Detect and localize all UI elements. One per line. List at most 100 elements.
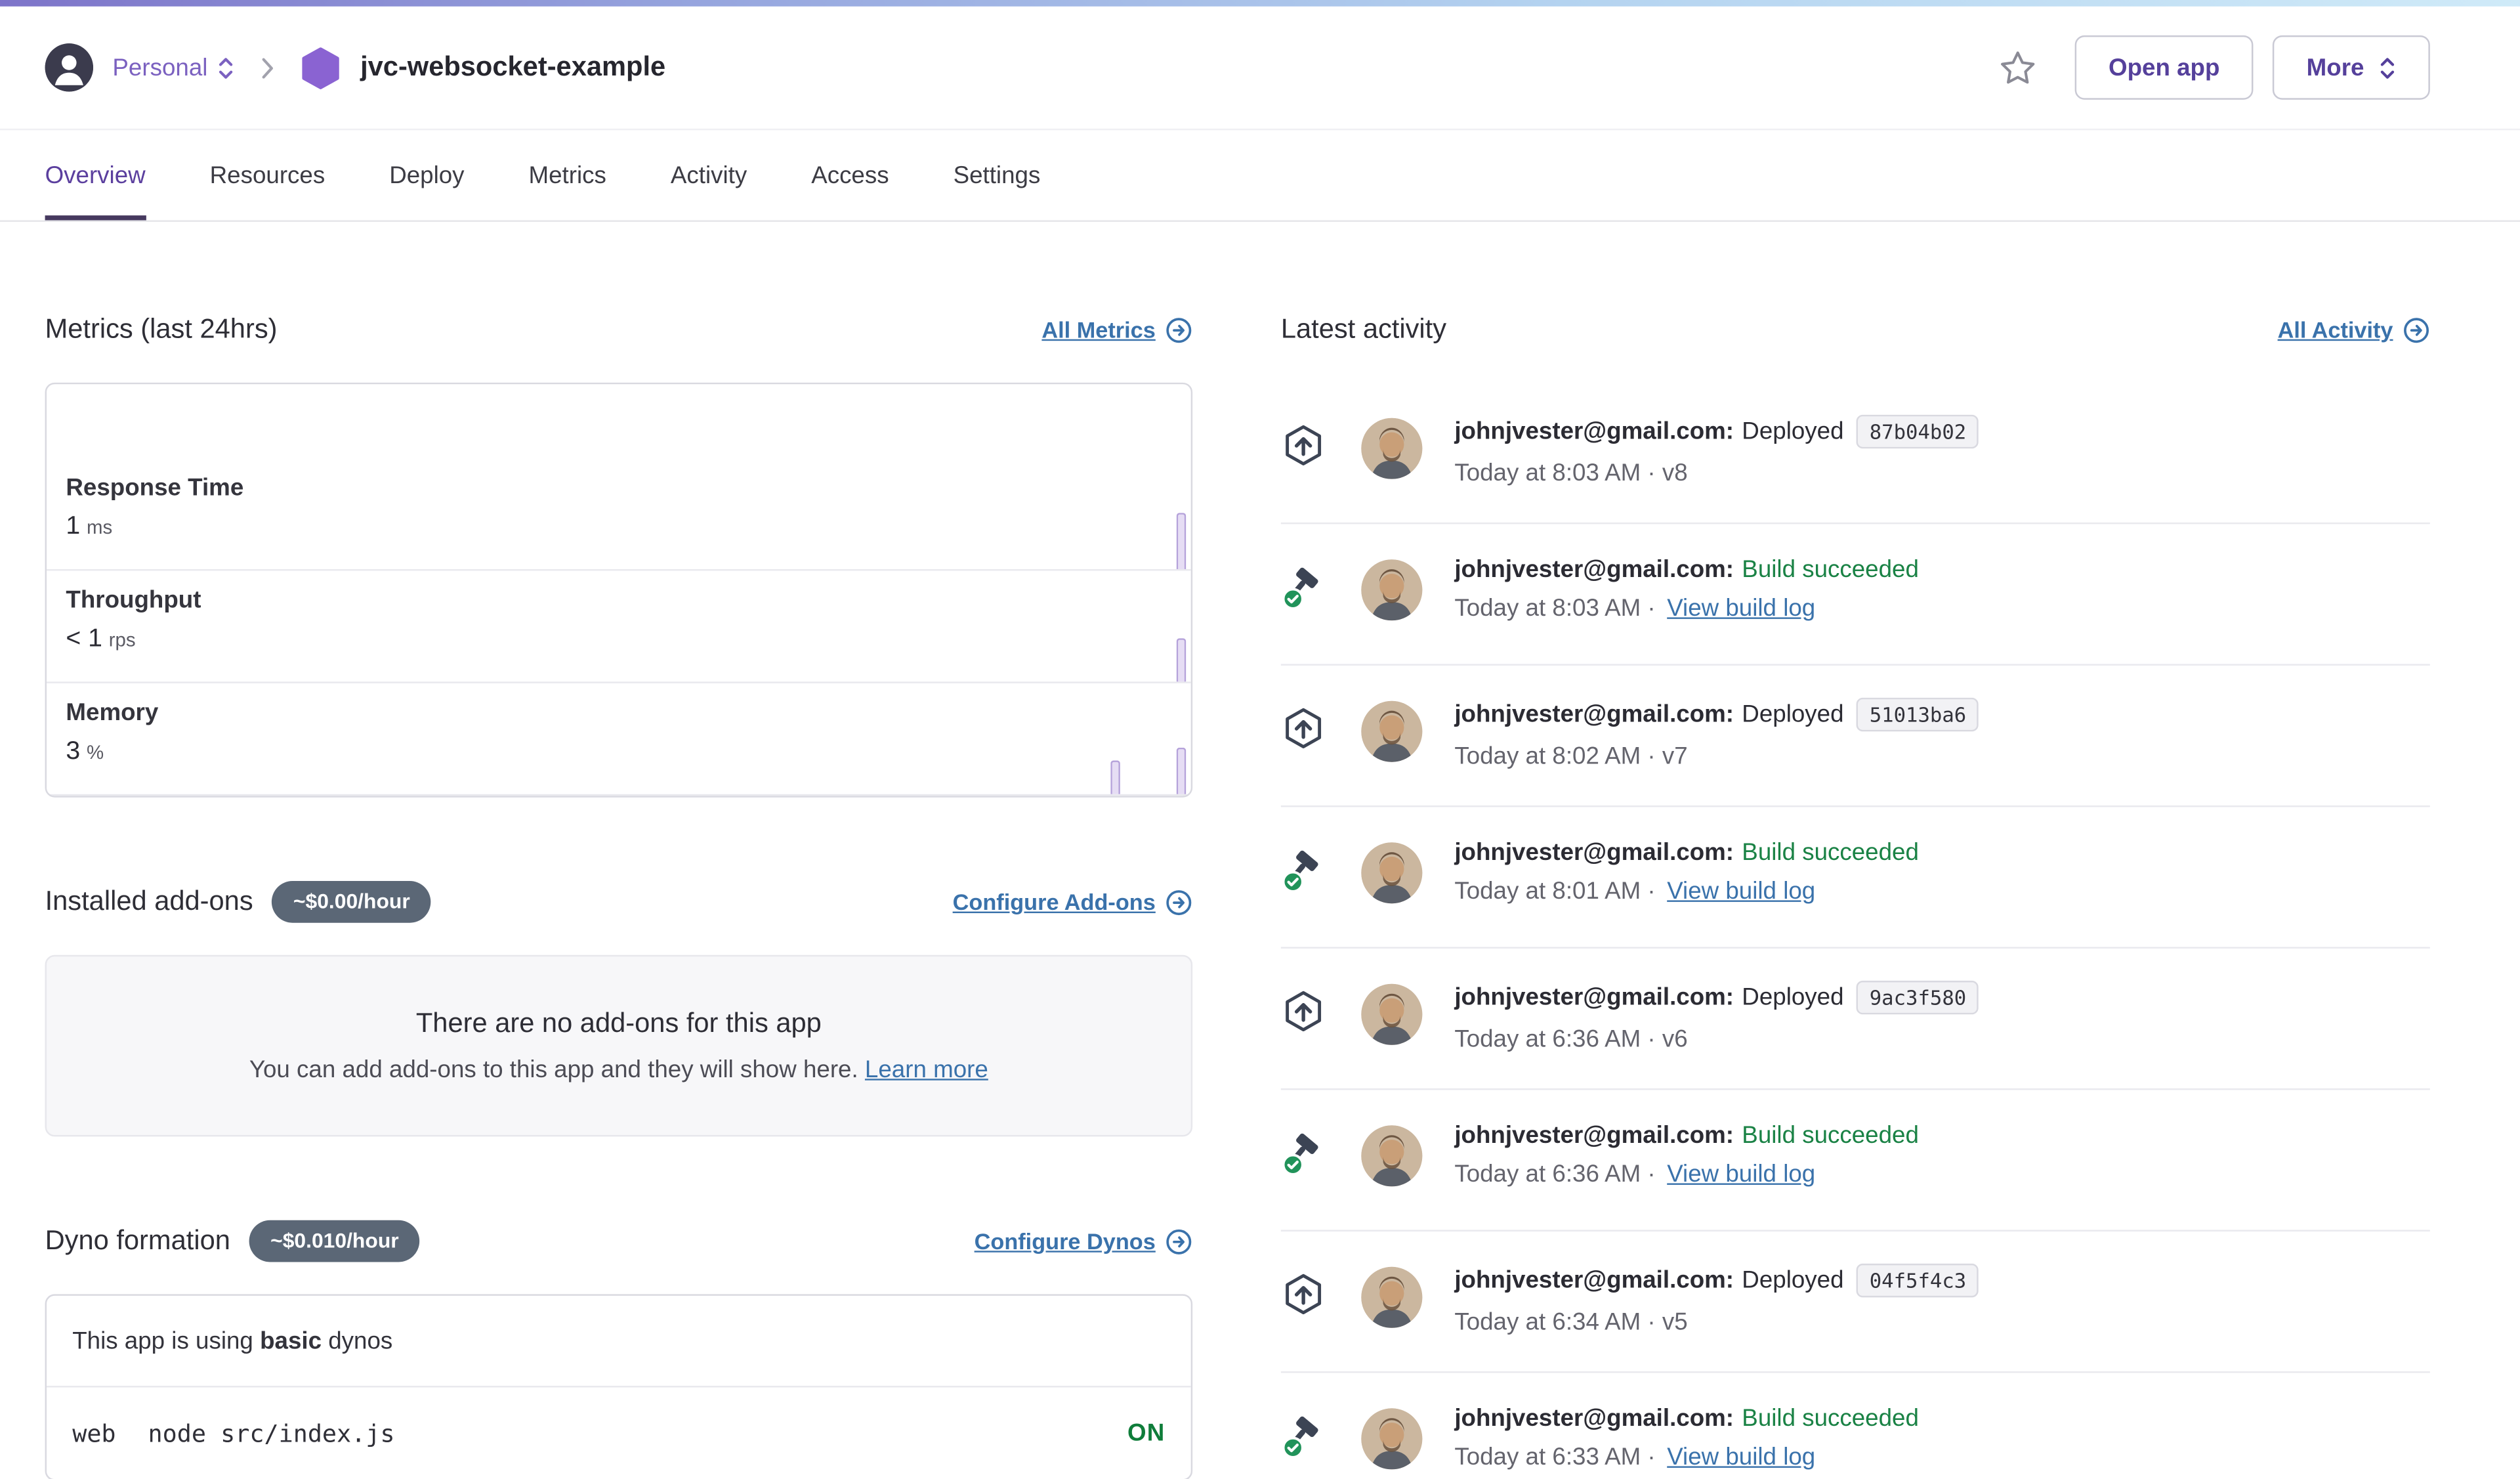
view-build-log-link[interactable]: View build log [1667, 1444, 1815, 1471]
activity-user: johnjvester@gmail.com: [1454, 418, 1734, 446]
account-label: Personal [112, 54, 208, 81]
metric-label: Response Time [66, 474, 244, 502]
build-hammer-icon [1281, 847, 1326, 893]
activity-item: johnjvester@gmail.com: Deployed 87b04b02… [1280, 383, 2430, 525]
activity-action: Deployed [1742, 1266, 1844, 1295]
avatar [1361, 1266, 1423, 1328]
app-hexagon-icon [301, 46, 341, 89]
header-actions: Open app More [1999, 35, 2430, 100]
deploy-icon [1281, 989, 1326, 1034]
build-hammer-icon [1281, 1413, 1326, 1459]
tab[interactable]: Activity [671, 130, 747, 220]
activity-action: Build succeeded [1742, 839, 1919, 867]
all-activity-link[interactable]: All Activity [2278, 316, 2430, 343]
dyno-using-suffix: dynos [322, 1327, 393, 1355]
activity-list: johnjvester@gmail.com: Deployed 87b04b02… [1280, 383, 2430, 1479]
activity-action: Deployed [1742, 700, 1844, 729]
configure-addons-link[interactable]: Configure Add-ons [953, 888, 1193, 916]
activity-user: johnjvester@gmail.com: [1454, 1405, 1734, 1433]
activity-item: johnjvester@gmail.com: Build succeeded T… [1280, 524, 2430, 666]
deploy-icon [1281, 1272, 1326, 1317]
activity-text: johnjvester@gmail.com: Deployed 04f5f4c3… [1454, 1263, 2430, 1336]
favorite-star-icon[interactable] [1999, 49, 2036, 86]
addons-empty-text-body: You can add add-ons to this app and they… [249, 1056, 865, 1084]
configure-dynos-link[interactable]: Configure Dynos [975, 1228, 1193, 1255]
deploy-icon [1281, 423, 1326, 468]
avatar [1361, 700, 1423, 762]
dynos-cost-badge: ~$0.010/hour [249, 1220, 420, 1262]
activity-item: johnjvester@gmail.com: Build succeeded T… [1281, 1373, 2430, 1479]
dynos-section-header: Dyno formation ~$0.010/hour Configure Dy… [45, 1220, 1193, 1262]
dyno-process-row: web node src/index.js ON [47, 1387, 1191, 1479]
view-build-log-link[interactable]: View build log [1667, 878, 1815, 905]
metric-row: Response Time 1 ms [47, 458, 1191, 571]
addons-cost-badge: ~$0.00/hour [272, 881, 431, 923]
heroku-app-overview-page: Personal jvc-websocket-example Open app … [0, 0, 2520, 1479]
tab[interactable]: Overview [45, 130, 146, 221]
breadcrumb-chevron-icon [261, 55, 275, 79]
dyno-using-prefix: This app is using [72, 1327, 261, 1355]
metric-unit: % [87, 740, 104, 764]
open-app-button[interactable]: Open app [2074, 35, 2254, 100]
activity-text: johnjvester@gmail.com: Build succeeded T… [1454, 839, 2430, 905]
view-build-log-link[interactable]: View build log [1667, 595, 1815, 622]
tab-bar: Overview Resources Deploy Metrics Activi… [0, 130, 2520, 222]
activity-action: Build succeeded [1742, 1122, 1919, 1150]
commit-hash-chip: 51013ba6 [1857, 697, 1979, 732]
tab[interactable]: Access [811, 130, 889, 220]
more-label: More [2306, 54, 2364, 81]
user-avatar[interactable] [45, 43, 94, 92]
commit-hash-chip: 87b04b02 [1857, 414, 1979, 449]
activity-timestamp: Today at 6:36 AM · [1454, 1161, 1662, 1188]
avatar [1361, 1125, 1423, 1187]
activity-action: Build succeeded [1742, 556, 1919, 584]
metric-row: Memory 3% [47, 683, 1191, 796]
metric-value: 1 [66, 513, 81, 540]
metric-label: Throughput [66, 586, 201, 614]
activity-timestamp: Today at 6:36 AM · v6 [1454, 1025, 1688, 1054]
learn-more-link[interactable]: Learn more [865, 1056, 988, 1084]
activity-action: Build succeeded [1742, 1405, 1919, 1433]
app-header: Personal jvc-websocket-example Open app … [0, 7, 2520, 131]
addons-title: Installed add-ons [45, 886, 253, 916]
dynos-title: Dyno formation [45, 1225, 230, 1256]
all-metrics-link[interactable]: All Metrics [1041, 316, 1192, 343]
activity-user: johnjvester@gmail.com: [1454, 1122, 1734, 1150]
metrics-section-header: Metrics (last 24hrs) All Metrics [45, 314, 1193, 346]
dyno-using-row: This app is using basic dynos [47, 1296, 1191, 1388]
tab[interactable]: Deploy [389, 130, 464, 220]
build-hammer-icon [1281, 565, 1326, 610]
circle-arrow-icon [2404, 317, 2429, 343]
configure-addons-label: Configure Add-ons [952, 889, 1156, 915]
avatar [1361, 559, 1423, 621]
avatar [1361, 418, 1423, 479]
commit-hash-chip: 04f5f4c3 [1857, 1263, 1979, 1298]
tab[interactable]: Settings [954, 130, 1041, 220]
commit-hash-chip: 9ac3f580 [1857, 980, 1979, 1015]
activity-user: johnjvester@gmail.com: [1454, 1266, 1734, 1295]
activity-user: johnjvester@gmail.com: [1454, 983, 1734, 1012]
activity-user: johnjvester@gmail.com: [1454, 839, 1734, 867]
all-activity-label: All Activity [2277, 316, 2393, 343]
view-build-log-link[interactable]: View build log [1667, 1161, 1815, 1188]
left-column: Metrics (last 24hrs) All Metrics Respons… [45, 222, 1193, 1479]
metrics-chart-area [47, 384, 1191, 458]
circle-arrow-icon [1166, 1228, 1192, 1254]
dyno-formation-panel: This app is using basic dynos web node s… [45, 1294, 1193, 1479]
activity-text: johnjvester@gmail.com: Deployed 87b04b02… [1454, 414, 2430, 487]
activity-timestamp: Today at 6:33 AM · [1454, 1444, 1662, 1471]
activity-timestamp: Today at 8:03 AM · [1454, 595, 1662, 622]
metric-value: 3 [66, 738, 81, 765]
tab[interactable]: Metrics [529, 130, 606, 220]
activity-timestamp: Today at 8:02 AM · v7 [1454, 742, 1688, 771]
metrics-title: Metrics (last 24hrs) [45, 313, 278, 345]
right-column: Latest activity All Activity johnjvester… [1280, 222, 2430, 1479]
account-switcher[interactable]: Personal [112, 54, 235, 81]
process-state-toggle[interactable]: ON [1127, 1419, 1166, 1447]
more-button[interactable]: More [2273, 35, 2430, 100]
caret-sort-icon [2378, 54, 2396, 81]
header-left: Personal jvc-websocket-example [45, 43, 2000, 92]
caret-sort-icon [217, 54, 235, 81]
activity-text: johnjvester@gmail.com: Build succeeded T… [1454, 1122, 2430, 1188]
tab[interactable]: Resources [210, 130, 326, 220]
